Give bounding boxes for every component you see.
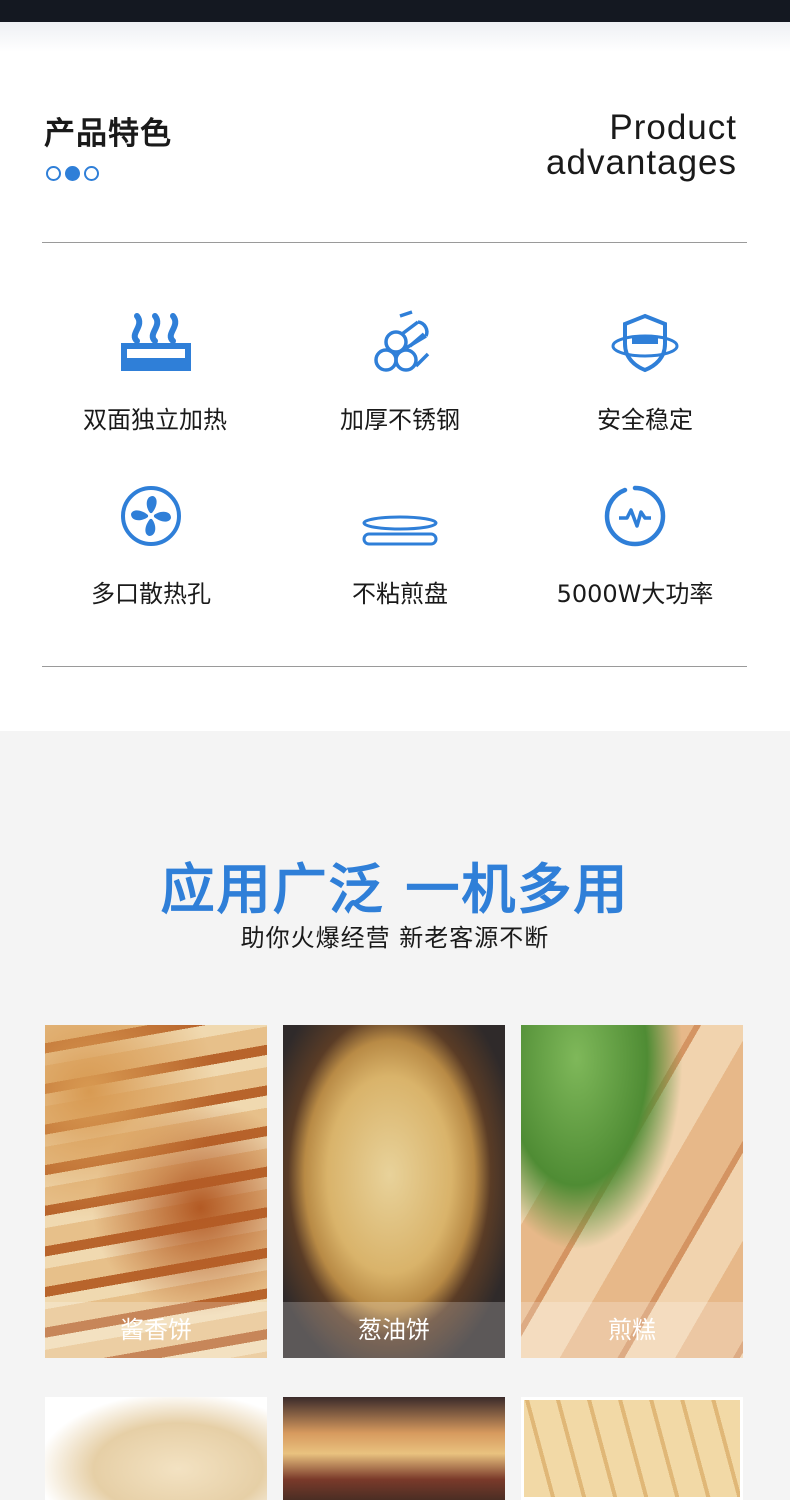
power-pulse-icon (604, 485, 666, 547)
feature-double-heating: 双面独立加热 (40, 308, 270, 435)
food-card-stuffed-bun (283, 1397, 505, 1500)
feature-label: 安全稳定 (597, 406, 693, 434)
feature-high-power: 5000W大功率 (520, 482, 750, 609)
feature-thick-steel: 加厚不锈钢 (285, 308, 515, 435)
feature-label: 双面独立加热 (83, 406, 227, 434)
food-card-rolled-snack (521, 1397, 743, 1500)
feature-safe-stable: 安全稳定 (530, 308, 760, 435)
food-card-fried-cake: 煎糕 (521, 1025, 743, 1358)
dot-3 (84, 166, 99, 181)
food-card-scallion-pancake: 葱油饼 (283, 1025, 505, 1358)
feature-label: 5000W大功率 (556, 580, 714, 608)
shield-icon (611, 313, 679, 373)
food-card-sauce-pancake: 酱香饼 (45, 1025, 267, 1358)
divider-top (42, 242, 747, 243)
features-title-en: Product advantages (546, 110, 737, 180)
heat-waves-icon (121, 313, 191, 371)
dot-1 (46, 166, 61, 181)
food-label: 葱油饼 (283, 1302, 505, 1358)
features-title-cn: 产品特色 (44, 116, 172, 152)
top-bar (0, 0, 790, 22)
food-label: 煎糕 (521, 1302, 743, 1358)
title-dots (46, 166, 99, 181)
fan-icon (121, 486, 181, 546)
feature-label: 多口散热孔 (91, 580, 211, 608)
food-label: 酱香饼 (45, 1302, 267, 1358)
features-title-en-line1: Product (609, 108, 737, 147)
usage-title: 应用广泛 一机多用 (160, 858, 630, 921)
feature-nonstick: 不粘煎盘 (285, 482, 515, 609)
divider-bottom (42, 666, 747, 667)
dot-2 (65, 166, 80, 181)
pan-icon (362, 515, 438, 546)
feature-label: 不粘煎盘 (352, 580, 448, 608)
feature-label: 加厚不锈钢 (340, 406, 460, 434)
features-title-en-line2: advantages (546, 143, 737, 182)
steel-rods-icon (374, 310, 430, 372)
feature-vents: 多口散热孔 (36, 482, 266, 609)
food-card-thin-pancake (45, 1397, 267, 1500)
usage-subtitle: 助你火爆经营 新老客源不断 (240, 924, 550, 952)
top-bar-shadow (0, 22, 790, 52)
